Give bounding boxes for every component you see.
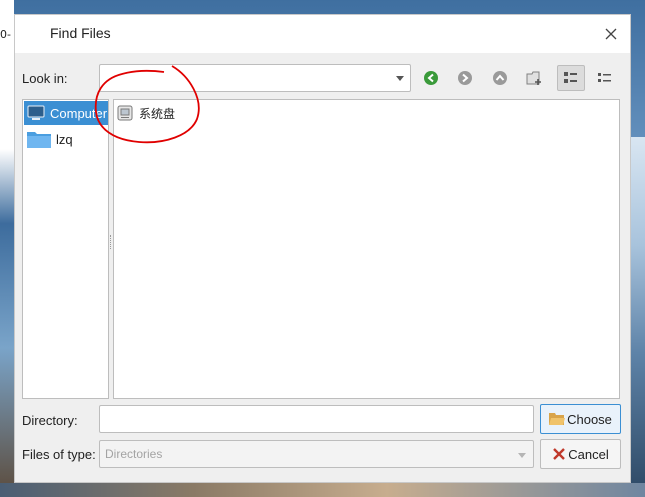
cancel-icon [553,448,566,460]
look-in-label: Look in: [22,71,68,86]
choose-button[interactable]: Choose [540,404,621,434]
new-folder-button[interactable] [521,65,549,91]
files-of-type-value: Directories [105,447,163,461]
drive-icon [117,105,133,121]
sidebar-item-computer[interactable]: Computer [24,101,108,125]
directory-input[interactable] [99,405,534,433]
sidebar-item-lzq[interactable]: lzq [24,127,108,151]
list-item[interactable]: 系统盘 [117,103,175,123]
computer-icon [27,105,45,120]
up-button[interactable] [486,65,514,91]
look-in-combobox[interactable] [99,64,411,92]
desktop-edge-text: 0- [0,28,11,41]
detail-view-icon [598,73,611,82]
dialog-title: Find Files [50,25,111,41]
back-button[interactable] [417,65,445,91]
choose-label: Choose [567,411,612,427]
places-sidebar: Computer lzq [22,99,109,399]
desktop-background-bottom [0,483,645,497]
title-bar: Find Files [15,15,630,53]
file-item-label: 系统盘 [139,106,176,121]
chevron-down-icon [518,453,526,458]
find-files-dialog: Find Files Look in: Computer lzq 系统盘 Dir… [14,14,631,483]
file-list: 系统盘 [113,99,620,399]
new-folder-icon [526,71,541,85]
files-of-type-label: Files of type: [22,447,96,462]
detail-view-button[interactable] [591,65,619,91]
chevron-down-icon [396,76,404,81]
desktop-background-left [0,0,14,497]
forward-button[interactable] [451,65,479,91]
close-icon [605,28,617,40]
back-icon [424,71,438,85]
directory-label: Directory: [22,413,78,428]
cancel-label: Cancel [568,446,609,462]
list-view-icon [564,72,577,83]
up-icon [493,71,507,85]
splitter-handle[interactable] [110,235,112,249]
forward-icon [458,71,472,85]
cancel-button[interactable]: Cancel [540,439,621,469]
sidebar-item-label: lzq [56,131,73,147]
files-of-type-select: Directories [99,440,534,468]
sidebar-item-label: Computer [50,105,108,121]
folder-open-icon [549,413,566,425]
folder-icon [27,132,51,148]
list-view-button[interactable] [557,65,585,91]
close-button[interactable] [602,25,620,43]
